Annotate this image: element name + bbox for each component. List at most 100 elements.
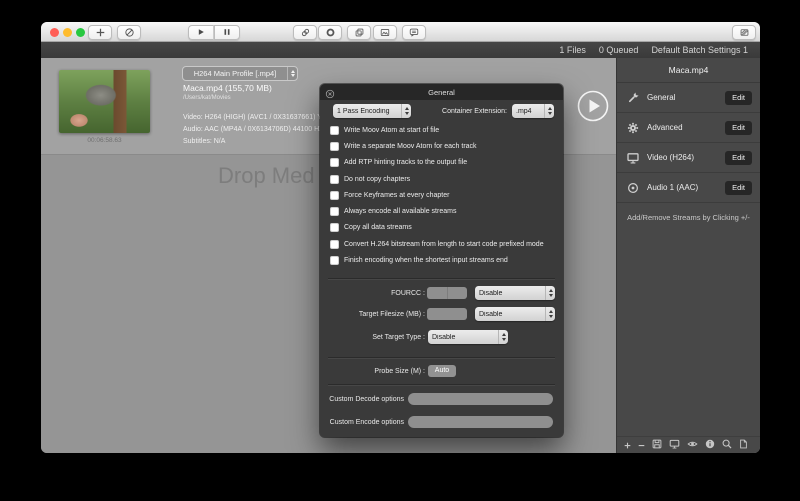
video-thumbnail (59, 70, 150, 133)
checkbox[interactable] (330, 256, 339, 265)
display-icon (668, 438, 681, 453)
minus-icon (637, 438, 646, 453)
fourcc-field[interactable] (427, 287, 467, 299)
sidebar-item-video[interactable]: Video (H264) Edit (617, 143, 760, 173)
checkbox-row[interactable]: Finish encoding when the shortest input … (330, 252, 557, 268)
separator (328, 278, 555, 279)
add-file-button[interactable] (88, 25, 112, 40)
stepper-icon (544, 104, 554, 118)
desktop: 1 Files 0 Queued Default Batch Settings … (0, 0, 800, 501)
document-icon (738, 438, 749, 453)
checkbox[interactable] (330, 142, 339, 151)
batch-settings-label[interactable]: Default Batch Settings 1 (651, 45, 748, 55)
custom-decode-field[interactable] (408, 393, 553, 405)
dialog-close-button[interactable] (325, 87, 335, 97)
close-window-button[interactable] (50, 28, 59, 37)
record-button[interactable] (318, 25, 342, 40)
pause-encoding-button[interactable] (214, 25, 240, 40)
gear-icon (625, 121, 640, 135)
toolbar (41, 22, 760, 42)
link-icon (300, 27, 311, 38)
checkbox-row[interactable]: Do not copy chapters (330, 171, 557, 187)
log-button[interactable] (402, 25, 426, 40)
pause-icon (222, 27, 232, 37)
batch-settings-button[interactable] (347, 25, 371, 40)
checkbox[interactable] (330, 191, 339, 200)
preview-play-button[interactable] (577, 90, 609, 122)
stepper-icon (545, 307, 555, 321)
sidebar-item-label: Advanced (647, 123, 718, 132)
checkbox[interactable] (330, 240, 339, 249)
checkbox-row[interactable]: Always encode all available streams (330, 203, 557, 219)
preview-button[interactable] (373, 25, 397, 40)
checkbox[interactable] (330, 158, 339, 167)
sidebar-bottom-toolbar (617, 436, 760, 453)
checkbox-row[interactable]: Convert H.264 bitstream from length to s… (330, 236, 557, 252)
duration-label: 00:06:58.63 (59, 137, 150, 144)
prohibition-icon (124, 27, 135, 38)
container-extension-select[interactable]: .mp4 (512, 104, 554, 118)
sidebar-item-label: General (647, 93, 718, 102)
sidebar-hint: Add/Remove Streams by Clicking +/- (617, 213, 760, 222)
checkbox-row[interactable]: Copy all data streams (330, 220, 557, 236)
image-icon (379, 27, 391, 38)
wrench-icon (625, 91, 640, 105)
app-window: 1 Files 0 Queued Default Batch Settings … (41, 22, 760, 453)
eye-icon (686, 438, 699, 453)
edit-advanced-button[interactable]: Edit (725, 121, 752, 135)
target-filesize-select[interactable]: Disable (475, 307, 555, 321)
display-button[interactable] (668, 438, 681, 453)
stepper-icon (401, 104, 411, 118)
cancel-button[interactable] (117, 25, 141, 40)
custom-encode-field[interactable] (408, 416, 553, 428)
edit-video-button[interactable]: Edit (725, 151, 752, 165)
appearance-toggle-button[interactable] (732, 25, 756, 40)
link-button[interactable] (293, 25, 317, 40)
stepper-icon (545, 286, 555, 300)
dialog-titlebar: General (320, 84, 563, 100)
target-filesize-field[interactable] (427, 308, 467, 320)
add-stream-button[interactable] (623, 438, 632, 453)
checkbox-row[interactable]: Force Keyframes at every chapter (330, 187, 557, 203)
custom-decode-label: Custom Decode options (320, 396, 404, 403)
sidebar-item-advanced[interactable]: Advanced Edit (617, 113, 760, 143)
save-button[interactable] (651, 438, 663, 453)
probe-auto-button[interactable]: Auto (428, 365, 456, 377)
checkbox-row[interactable]: Add RTP hinting tracks to the output fil… (330, 155, 557, 171)
zoom-window-button[interactable] (76, 28, 85, 37)
target-filesize-label: Target Filesize (MB) : (320, 311, 425, 318)
checkbox-row[interactable]: Write Moov Atom at start of file (330, 122, 557, 138)
play-circle-icon (577, 110, 609, 125)
probe-size-label: Probe Size (M) : (320, 368, 425, 375)
checkbox[interactable] (330, 175, 339, 184)
document-button[interactable] (738, 438, 749, 453)
sidebar-item-audio[interactable]: Audio 1 (AAC) Edit (617, 173, 760, 203)
preset-select[interactable]: H264 Main Profile [.mp4] (182, 66, 298, 81)
inspect-button[interactable] (721, 438, 733, 453)
edit-general-button[interactable]: Edit (725, 91, 752, 105)
play-icon (196, 27, 206, 37)
checkbox[interactable] (330, 207, 339, 216)
fourcc-label: FOURCC : (320, 290, 425, 297)
custom-encode-label: Custom Encode options (320, 419, 404, 426)
fourcc-select[interactable]: Disable (475, 286, 555, 300)
set-target-type-select[interactable]: Disable (428, 330, 508, 344)
display-icon (625, 151, 640, 165)
drop-zone-label: Drop Med (218, 163, 315, 189)
chat-icon (408, 27, 420, 38)
general-settings-dialog: General 1 Pass Encoding Container Extens… (320, 84, 563, 437)
minimize-window-button[interactable] (63, 28, 72, 37)
info-icon (704, 438, 716, 453)
pass-encoding-select[interactable]: 1 Pass Encoding (333, 104, 411, 118)
separator (328, 384, 555, 385)
checkbox-row[interactable]: Write a separate Moov Atom for each trac… (330, 138, 557, 154)
checkbox[interactable] (330, 223, 339, 232)
start-encoding-button[interactable] (188, 25, 214, 40)
sidebar-item-general[interactable]: General Edit (617, 83, 760, 113)
edit-audio-button[interactable]: Edit (725, 181, 752, 195)
info-button[interactable] (704, 438, 716, 453)
checkbox[interactable] (330, 126, 339, 135)
plus-icon (623, 438, 632, 453)
preview-eye-button[interactable] (686, 438, 699, 453)
remove-stream-button[interactable] (637, 438, 646, 453)
